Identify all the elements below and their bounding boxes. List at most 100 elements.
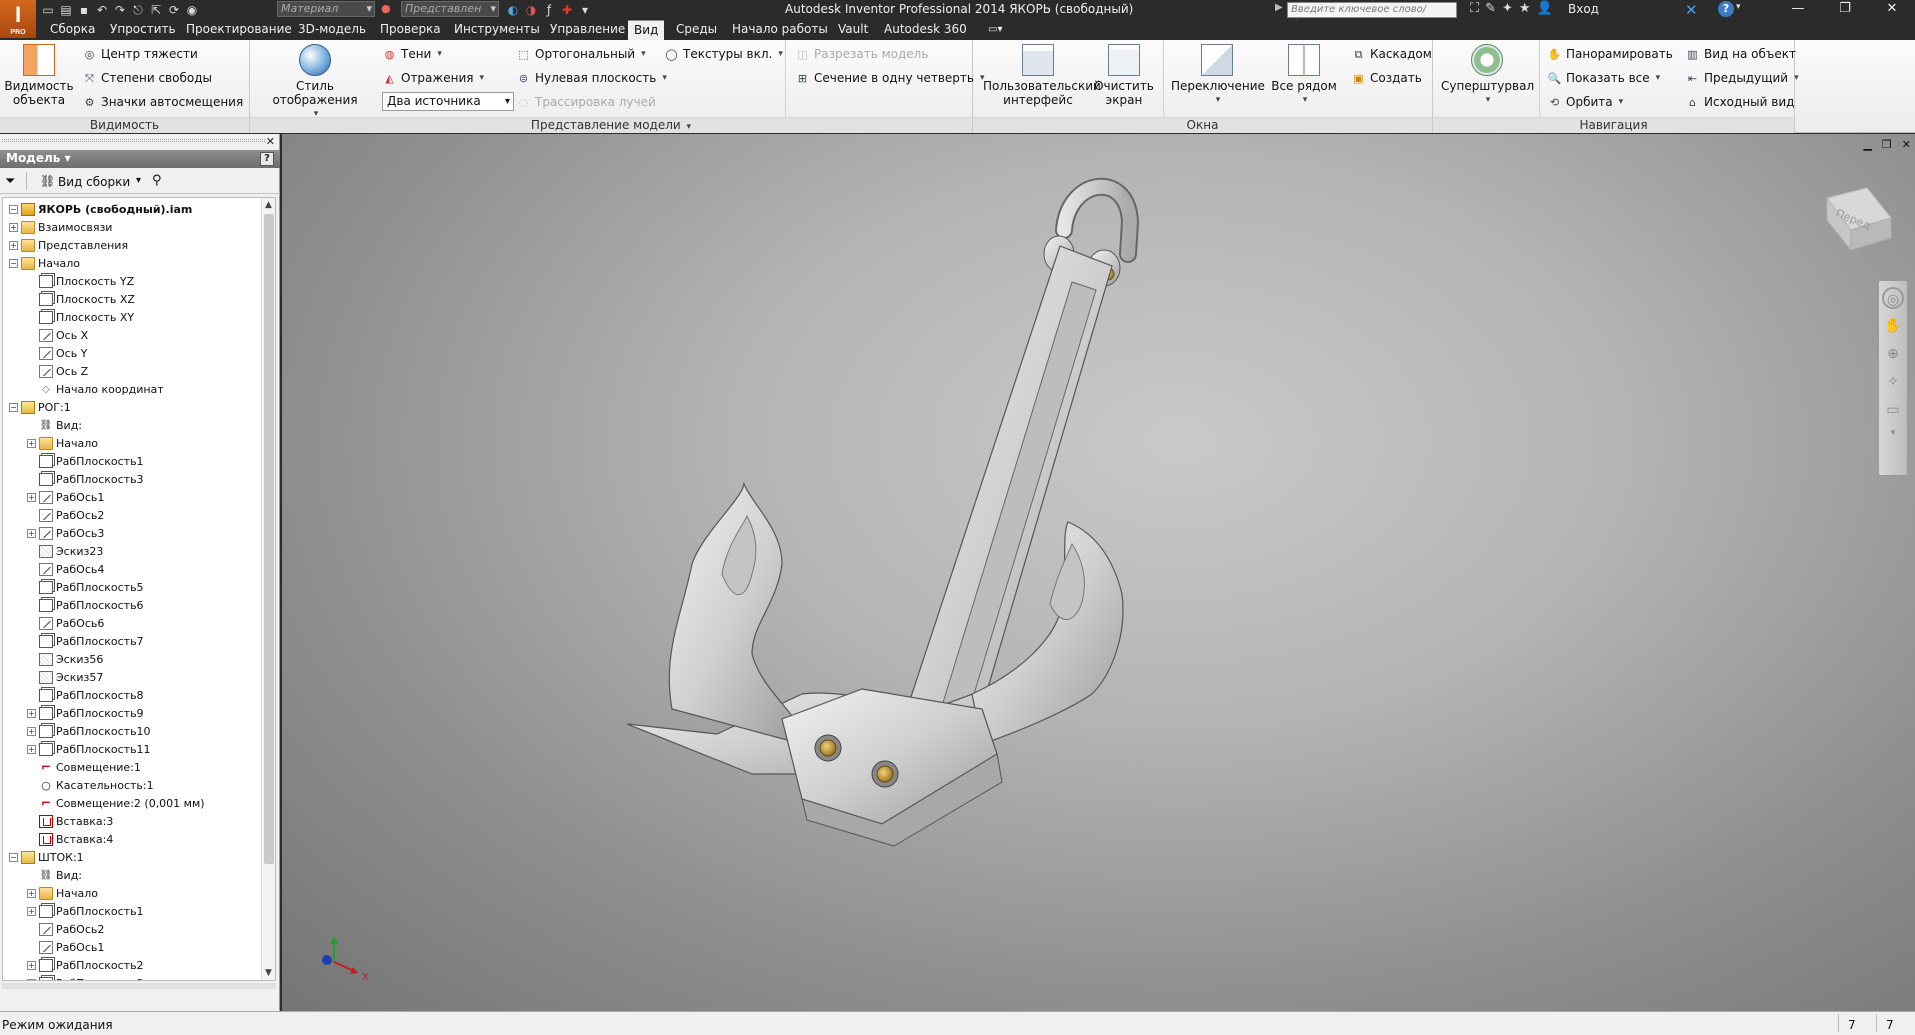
degrees-of-freedom-button[interactable]: ⤧ Степени свободы xyxy=(82,68,212,88)
material-combo[interactable]: Материал xyxy=(277,1,375,17)
expand-icon[interactable]: + xyxy=(27,492,36,502)
expand-icon[interactable]: + xyxy=(27,438,36,448)
expand-icon[interactable]: + xyxy=(27,744,36,754)
close-window-button[interactable]: ✕ xyxy=(1869,0,1915,20)
appearance-panel-title[interactable]: Представление модели ▾ xyxy=(250,117,972,133)
ground-plane-button[interactable]: ⊜ Нулевая плоскость ▾ xyxy=(516,68,667,88)
tree-node[interactable]: ○ Касательность:1 xyxy=(27,776,153,794)
redo-icon[interactable]: ↷ xyxy=(112,2,128,18)
tree-node[interactable]: + РабПлоскость10 xyxy=(27,722,151,740)
tab-view[interactable]: Вид xyxy=(628,20,665,40)
scroll-up-icon[interactable]: ▲ xyxy=(262,198,275,212)
expand-icon[interactable]: + xyxy=(27,888,36,898)
tree-node[interactable]: РабОсь6 xyxy=(27,614,104,632)
browser-help-icon[interactable]: ? xyxy=(260,152,274,166)
scroll-down-icon[interactable]: ▼ xyxy=(262,966,275,980)
exchange-apps-icon[interactable]: ✕ xyxy=(1685,1,1698,19)
browser-horizontal-scrollbar[interactable] xyxy=(2,983,276,989)
look-at-button[interactable]: ▥ Вид на объект xyxy=(1685,44,1796,64)
expand-icon[interactable]: + xyxy=(9,222,18,232)
tree-scroll-thumb[interactable] xyxy=(264,214,274,864)
tree-node[interactable]: РабОсь4 xyxy=(27,560,104,578)
select-icon[interactable]: ⇱ xyxy=(148,2,164,18)
home-view-button[interactable]: ⌂ Исходный вид xyxy=(1685,92,1794,112)
tree-node[interactable]: РабПлоскость7 xyxy=(27,632,144,650)
expand-icon[interactable]: + xyxy=(27,906,36,916)
tree-node[interactable]: РабПлоскость3 xyxy=(27,470,144,488)
tree-node[interactable]: + Представления xyxy=(9,236,128,254)
visual-style-button[interactable]: Стиль отображения ▾ xyxy=(260,44,370,121)
cascade-button[interactable]: ⧉ Каскадом xyxy=(1351,44,1432,64)
tree-node[interactable]: ◇ Начало координат xyxy=(27,380,164,398)
tree-node[interactable]: РабОсь2 xyxy=(27,506,104,524)
tree-node[interactable]: РабПлоскость8 xyxy=(27,686,144,704)
anchor-3d-model[interactable] xyxy=(282,134,1915,1011)
clean-screen-button[interactable]: Очистить экран xyxy=(1093,44,1155,107)
expand-icon[interactable]: + xyxy=(27,528,36,538)
return-icon[interactable]: ⎋ xyxy=(130,2,146,18)
undo-icon[interactable]: ↶ xyxy=(94,2,110,18)
tree-node[interactable]: ⛓ Вид: xyxy=(27,416,82,434)
collapse-icon[interactable]: − xyxy=(9,402,18,412)
tab-autodesk-360[interactable]: Autodesk 360 xyxy=(878,20,973,40)
tree-node[interactable]: + РабПлоскость1 xyxy=(27,902,144,920)
browser-close-icon[interactable]: ✕ xyxy=(266,135,275,148)
tree-node[interactable]: Плоскость YZ xyxy=(27,272,134,290)
orthographic-button[interactable]: ⬚ Ортогональный ▾ xyxy=(516,44,645,64)
open-file-icon[interactable]: ▤ xyxy=(58,2,74,18)
tree-node[interactable]: РабПлоскость1 xyxy=(27,452,144,470)
tab-design[interactable]: Проектирование xyxy=(180,20,298,40)
tab-assemble[interactable]: Сборка xyxy=(44,20,101,40)
view-combo-dropdown-icon[interactable]: ▾ xyxy=(136,175,141,186)
new-window-button[interactable]: ▣ Создать xyxy=(1351,68,1422,88)
tree-node[interactable]: + РабПлоскость3 xyxy=(27,974,144,980)
tree-node[interactable]: + Начало xyxy=(27,434,98,452)
model-browser-header[interactable]: Модель ▾ xyxy=(0,150,280,168)
tree-node[interactable]: Эскиз23 xyxy=(27,542,103,560)
find-binoculars-icon[interactable]: ⚲ xyxy=(152,173,162,188)
filter-icon[interactable]: ⏷ xyxy=(5,174,15,189)
tools-icon[interactable]: ✎ xyxy=(1485,1,1496,16)
tree-node[interactable]: РабОсь1 xyxy=(27,938,104,956)
signin-button[interactable]: Вход xyxy=(1568,2,1599,16)
tree-node[interactable]: РабОсь2 xyxy=(27,920,104,938)
favorites-star-icon[interactable]: ★ xyxy=(1519,1,1531,16)
tree-node[interactable]: − ШТОК:1 xyxy=(9,848,84,866)
tree-node[interactable]: + РабПлоскость2 xyxy=(27,956,144,974)
application-menu-button[interactable]: I PRO xyxy=(0,0,36,38)
reflections-button[interactable]: ◭ Отражения ▾ xyxy=(382,68,484,88)
assembly-view-combo[interactable]: Вид сборки xyxy=(58,175,130,189)
previous-view-button[interactable]: ⇤ Предыдущий ▾ xyxy=(1685,68,1799,88)
pan-button[interactable]: ✋ Панорамировать xyxy=(1547,44,1673,64)
tree-node[interactable]: Плоскость XZ xyxy=(27,290,135,308)
minimize-window-button[interactable]: — xyxy=(1775,0,1821,20)
expand-icon[interactable]: + xyxy=(27,960,36,970)
expand-icon[interactable]: + xyxy=(27,708,36,718)
tree-node[interactable]: Вставка:3 xyxy=(27,812,113,830)
tree-node[interactable]: + РабПлоскость11 xyxy=(27,740,151,758)
tree-node[interactable]: Вставка:4 xyxy=(27,830,113,848)
tree-node[interactable]: + РабПлоскость9 xyxy=(27,704,144,722)
browser-drag-grip[interactable] xyxy=(2,139,265,142)
tree-node[interactable]: Ось Z xyxy=(27,362,88,380)
tab-manage[interactable]: Управление xyxy=(544,20,631,40)
expand-icon[interactable]: + xyxy=(27,726,36,736)
tree-node[interactable]: + РабОсь1 xyxy=(27,488,104,506)
lighting-style-combo[interactable]: Два источника xyxy=(382,92,514,111)
tree-node[interactable]: ⌐ Совмещение:1 xyxy=(27,758,141,776)
help-icon[interactable]: ? xyxy=(1718,1,1734,17)
quarter-section-button[interactable]: ⊞ Сечение в одну четверть ▾ xyxy=(795,68,985,88)
tree-node[interactable]: ⌐ Совмещение:2 (0,001 мм) xyxy=(27,794,205,812)
adjust-icon[interactable]: ◐ xyxy=(505,2,521,18)
orbit-button[interactable]: ⟲ Орбита ▾ xyxy=(1547,92,1623,112)
tree-node[interactable]: Плоскость XY xyxy=(27,308,134,326)
object-visibility-button[interactable]: Видимость объекта xyxy=(4,44,74,107)
tree-node[interactable]: + Взаимосвязи xyxy=(9,218,112,236)
collapse-icon[interactable]: − xyxy=(9,258,18,268)
shadows-button[interactable]: ◍ Тени ▾ xyxy=(382,44,442,64)
autodisplacement-glyphs-button[interactable]: ⚙ Значки автосмещения xyxy=(82,92,244,112)
search-expand-icon[interactable]: ▶ xyxy=(1275,2,1283,13)
tree-node[interactable]: − Начало xyxy=(9,254,80,272)
tree-node[interactable]: РабПлоскость5 xyxy=(27,578,144,596)
tab-inspect[interactable]: Проверка xyxy=(374,20,447,40)
